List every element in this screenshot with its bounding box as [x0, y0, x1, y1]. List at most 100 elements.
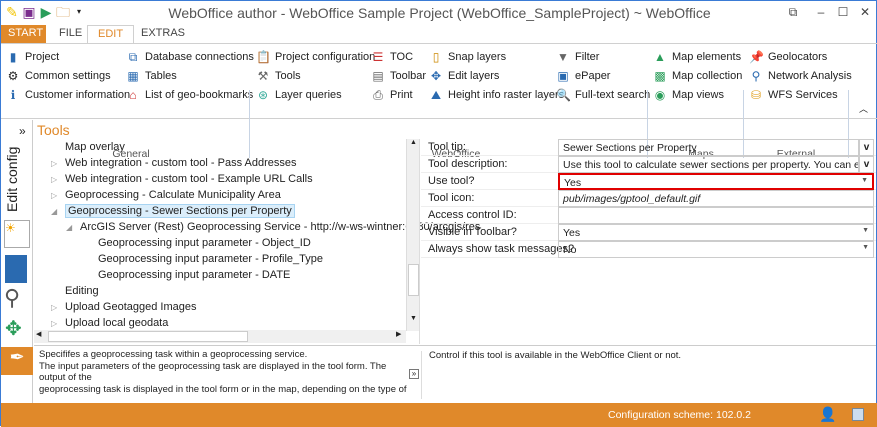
minimize-button[interactable]: – — [809, 5, 833, 19]
expand-sidebar-button[interactable]: » — [19, 124, 26, 138]
collapse-icon[interactable]: ◢ — [51, 204, 65, 220]
tree-item[interactable]: Editing — [51, 283, 99, 299]
ribbon-tables[interactable]: ▦ Tables — [126, 66, 254, 85]
filter-icon: ▼ — [557, 49, 569, 64]
tree-item-label: Map overlay — [65, 141, 125, 153]
ribbon-map-elements[interactable]: ▲ Map elements — [653, 47, 742, 66]
ribbon-geolocators[interactable]: 📌 Geolocators — [749, 47, 852, 66]
edit-move-icon[interactable]: ✥ — [5, 316, 22, 341]
ribbon-tools[interactable]: ⚒ Tools — [256, 66, 375, 85]
tab-file[interactable]: FILE — [49, 25, 92, 43]
ribbon-project[interactable]: ▮ Project — [6, 47, 130, 66]
map-collection-icon: ▩ — [654, 68, 666, 83]
weboffice-col1: 📋 Project configuration ⚒ Tools ⊛ Layer que… — [256, 47, 375, 104]
wrench-icon: ⚒ — [257, 68, 269, 83]
property-value[interactable]: pub/images/gptool_default.gif — [558, 190, 874, 207]
gears-icon: ⚙ — [7, 68, 19, 83]
tree-horizontal-scrollbar[interactable]: ◀ ▶ — [34, 330, 406, 343]
dropdown-arrow-icon[interactable]: ▼ — [862, 244, 869, 251]
expand-icon[interactable]: ▷ — [51, 188, 65, 204]
property-label: Access control ID: — [428, 209, 517, 221]
tree-item-label: Editing — [65, 285, 99, 297]
tree-item-label: Geoprocessing input parameter - DATE — [98, 269, 291, 281]
ribbon-filter[interactable]: ▼ Filter — [556, 47, 650, 66]
user-icon[interactable]: 👤 — [819, 406, 836, 423]
config-scheme: Configuration scheme: 102.0.2 — [608, 409, 752, 421]
ribbon-edit-layers[interactable]: ✥ Edit layers — [429, 66, 564, 85]
ribbon-snap-layers[interactable]: ▯ Snap layers — [429, 47, 564, 66]
property-value-text: Yes — [564, 177, 582, 189]
property-value[interactable] — [558, 207, 874, 224]
ribbon-full-text-search[interactable]: 🔍 Full-text search — [556, 85, 650, 104]
dropdown-arrow-icon[interactable]: ▼ — [861, 177, 868, 184]
expand-value-button[interactable]: v — [859, 139, 874, 156]
ribbon-common-settings[interactable]: ⚙ Common settings — [6, 66, 130, 85]
tree-vertical-scrollbar[interactable]: ▲ ▼ — [406, 139, 420, 331]
ribbon-geo-bookmarks[interactable]: ⌂ List of geo-bookmarks — [126, 85, 254, 104]
ribbon-database-connections[interactable]: ⧉ Database connections — [126, 47, 254, 66]
tree-item[interactable]: ▷ Upload Geotagged Images — [51, 299, 196, 315]
notebook-icon: ▮ — [9, 49, 17, 64]
tree-item[interactable]: ▷ Upload local geodata — [51, 315, 168, 331]
notebook-icon[interactable] — [5, 255, 27, 283]
tree-item[interactable]: ◢ Geoprocessing - Sewer Sections per Prop… — [51, 203, 295, 219]
ribbon-epaper[interactable]: ▣ ePaper — [556, 66, 650, 85]
dropdown-arrow-icon[interactable]: ▼ — [862, 227, 869, 234]
property-value[interactable]: Use this tool to calculate sewer section… — [558, 156, 859, 173]
ribbon-map-views[interactable]: ◉ Map views — [653, 85, 742, 104]
property-value[interactable]: Yes ▼ — [558, 173, 874, 190]
more-description-button[interactable]: » — [409, 369, 419, 379]
property-label: Use tool? — [428, 175, 475, 187]
property-value[interactable]: No ▼ — [558, 241, 874, 258]
property-value[interactable]: Yes ▼ — [558, 224, 874, 241]
general-col1: ▮ Project ⚙ Common settings ℹ Customer info… — [6, 47, 131, 104]
panel-title: Tools — [37, 122, 70, 138]
pen-icon[interactable]: ✒ — [1, 347, 33, 375]
expand-icon[interactable]: ▷ — [51, 172, 65, 188]
external-col: 📌 Geolocators ⚲ Network Analysis ⛁ WFS Serv… — [749, 47, 852, 104]
new-icon[interactable]: ☀ — [4, 220, 30, 248]
ribbon-project-configuration[interactable]: 📋 Project configuration — [256, 47, 375, 66]
ribbon-toc[interactable]: ☰ TOC — [371, 47, 426, 66]
expand-value-button[interactable]: v — [859, 156, 874, 173]
tree-item[interactable]: ▷ Web integration - custom tool - Pass Ad… — [51, 155, 297, 171]
screen-icon[interactable] — [852, 408, 864, 421]
ribbon-map-collection[interactable]: ▩ Map collection — [653, 66, 742, 85]
search-icon[interactable]: ⚲ — [4, 285, 20, 311]
expand-icon[interactable]: ▷ — [51, 156, 65, 172]
tree-item[interactable]: Map overlay — [51, 139, 125, 155]
ribbon-layer-queries[interactable]: ⊛ Layer queries — [256, 85, 375, 104]
collapse-icon[interactable]: ◢ — [66, 220, 80, 236]
ribbon-customer-information[interactable]: ℹ Customer information — [6, 85, 130, 104]
network-icon: ⚲ — [751, 68, 761, 83]
edit-layers-icon: ✥ — [430, 68, 442, 83]
tree-item[interactable]: Geoprocessing input parameter - Profile_… — [98, 251, 323, 267]
tree-item[interactable]: Geoprocessing input parameter - DATE — [98, 267, 290, 283]
tree-item-label: Upload Geotagged Images — [65, 301, 197, 313]
ribbon-network-analysis[interactable]: ⚲ Network Analysis — [749, 66, 852, 85]
search-text-icon: 🔍 — [556, 87, 571, 102]
tree-item[interactable]: ▷ Web integration - custom tool - Example… — [51, 171, 313, 187]
scroll-left-icon[interactable]: ◀ — [36, 330, 41, 338]
ribbon-print[interactable]: ⎙ Print — [371, 85, 426, 104]
property-value[interactable]: Sewer Sections per Property — [558, 139, 859, 156]
edit-config-label: Edit config — [4, 146, 20, 212]
maximize-button[interactable]: ☐ — [831, 5, 855, 19]
tree-item[interactable]: ▷ Geoprocessing - Calculate Municipality … — [51, 187, 281, 203]
collapse-ribbon-icon[interactable]: ︿ — [859, 102, 868, 115]
scroll-right-icon[interactable]: ▶ — [396, 330, 401, 338]
restore-ribbon-button[interactable]: ⧉ — [781, 5, 805, 20]
ribbon-toolbar[interactable]: ▤ Toolbar — [371, 66, 426, 85]
ribbon-height-info[interactable]: ⛰ Height info raster layers — [429, 85, 564, 104]
tab-edit[interactable]: EDIT — [87, 25, 135, 44]
scroll-thumb[interactable] — [48, 331, 248, 342]
close-button[interactable]: ✕ — [853, 5, 877, 19]
scroll-thumb[interactable] — [408, 264, 419, 296]
tree-item[interactable]: Geoprocessing input parameter - Object_I… — [98, 235, 311, 251]
expand-icon[interactable]: ▷ — [51, 300, 65, 316]
tab-extras[interactable]: EXTRAS — [131, 25, 195, 43]
clipboard-icon: 📋 — [256, 49, 271, 64]
ribbon-wfs-services[interactable]: ⛁ WFS Services — [749, 85, 852, 104]
tab-start[interactable]: START — [1, 25, 46, 43]
property-label: Visible in Toolbar? — [428, 226, 517, 238]
